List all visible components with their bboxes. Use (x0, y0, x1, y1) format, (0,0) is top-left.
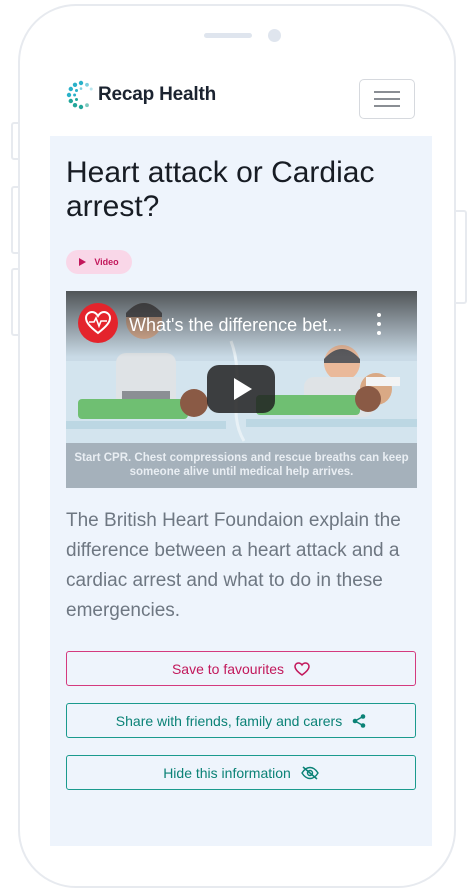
share-label: Share with friends, family and carers (115, 712, 343, 729)
recap-logo-icon (66, 80, 96, 110)
video-badge-label: Video (94, 257, 119, 267)
play-icon (234, 378, 252, 400)
hide-information-button[interactable]: Hide this information (66, 755, 416, 790)
phone-speaker (204, 33, 252, 38)
content-panel (50, 136, 432, 846)
brand-logo[interactable]: Recap Health (66, 78, 216, 112)
hide-information-label: Hide this information (163, 764, 291, 781)
brand-name: Recap Health (98, 84, 216, 105)
eye-off-icon (300, 765, 319, 780)
play-button[interactable] (207, 365, 275, 413)
video-badge: Video (66, 250, 132, 274)
article-title: Heart attack or Cardiac arrest? (66, 156, 375, 223)
video-player[interactable]: What's the difference bet... Start CPR. … (66, 291, 417, 488)
share-icon (352, 713, 366, 728)
video-title[interactable]: What's the difference bet... (129, 315, 342, 336)
heart-icon (294, 661, 310, 676)
video-caption: Start CPR. Chest compressions and rescue… (74, 452, 409, 478)
save-to-favourites-button[interactable]: Save to favourites (66, 651, 416, 686)
heart-logo-icon[interactable] (78, 303, 118, 343)
article-description: The British Heart Foundaion explain the … (66, 510, 401, 621)
phone-camera (268, 29, 281, 42)
menu-button[interactable] (359, 79, 415, 119)
play-icon (79, 258, 87, 266)
save-to-favourites-label: Save to favourites (171, 660, 285, 677)
page: Recap Health Heart attack or Cardiac arr… (0, 0, 474, 895)
share-button[interactable]: Share with friends, family and carers (66, 703, 416, 738)
hamburger-menu-icon (374, 91, 400, 107)
more-options-icon[interactable] (372, 313, 386, 335)
